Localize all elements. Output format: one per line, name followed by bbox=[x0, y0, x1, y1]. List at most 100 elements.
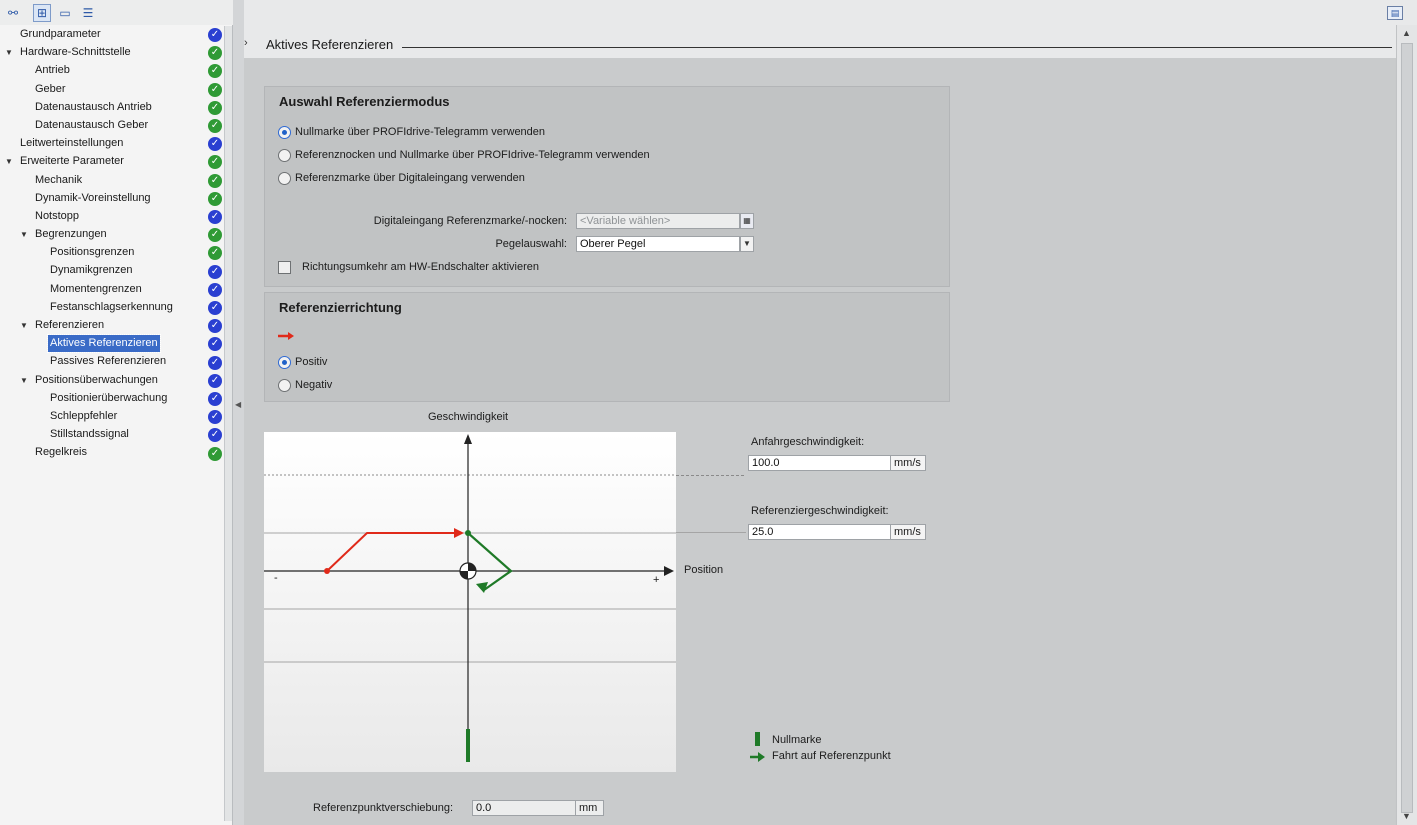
tree-item-label[interactable]: Schleppfehler bbox=[48, 408, 119, 425]
tree-item[interactable]: Notstopp bbox=[0, 208, 206, 226]
reverse-direction-checkbox[interactable] bbox=[278, 261, 291, 274]
tree-item-label[interactable]: Leitwerteinstellungen bbox=[18, 135, 125, 152]
radio-button[interactable] bbox=[278, 378, 291, 392]
tree-item-label[interactable]: Aktives Referenzieren bbox=[47, 334, 161, 354]
tree-item[interactable]: ▼ Positionsüberwachungen bbox=[0, 372, 206, 390]
expand-triangle-icon[interactable]: ▼ bbox=[20, 317, 30, 335]
tree-item-label[interactable]: Hardware-Schnittstelle bbox=[18, 44, 133, 61]
tree-item[interactable]: Positionierüberwachung bbox=[0, 390, 206, 408]
tree-item-label[interactable]: Grundparameter bbox=[18, 26, 103, 43]
status-info-icon: ✓ bbox=[208, 210, 222, 224]
check-ok-icon: ✓ bbox=[208, 246, 222, 261]
window-layout-icon[interactable]: ▤ bbox=[1387, 6, 1403, 20]
tree-item[interactable]: Grundparameter bbox=[0, 26, 206, 44]
navigation-scrollbar[interactable] bbox=[224, 26, 232, 821]
diagram-canvas bbox=[264, 434, 676, 762]
tree-item[interactable]: Aktives Referenzieren bbox=[0, 334, 206, 354]
tree-item[interactable]: Passives Referenzieren bbox=[0, 353, 206, 371]
pane-splitter[interactable]: ◀ bbox=[233, 0, 244, 825]
direction-option-positive[interactable]: Positiv bbox=[278, 354, 327, 370]
digital-input-field[interactable]: <Variable wählen> bbox=[576, 213, 740, 229]
tree-item-label[interactable]: Positionsgrenzen bbox=[48, 244, 136, 261]
x-axis-arrow bbox=[664, 566, 674, 576]
radio-button[interactable] bbox=[278, 355, 291, 369]
expand-triangle-icon[interactable]: ▼ bbox=[5, 153, 15, 171]
splitter-grip-icon[interactable]: ◀ bbox=[235, 400, 241, 409]
variable-browse-icon[interactable]: ▦ bbox=[740, 213, 754, 229]
status-info-icon: ✓ bbox=[208, 282, 222, 297]
reverse-direction-label: Richtungsumkehr am HW-Endschalter aktivi… bbox=[302, 261, 539, 273]
content-scrollbar[interactable]: ▲ ▼ bbox=[1396, 25, 1417, 825]
scroll-down-icon[interactable]: ▼ bbox=[1402, 811, 1411, 821]
tree-item-label[interactable]: Dynamik-Voreinstellung bbox=[33, 190, 153, 207]
tree-item-label[interactable]: Datenaustausch Antrieb bbox=[33, 99, 154, 116]
tree-item[interactable]: Schleppfehler bbox=[0, 408, 206, 426]
tree-item[interactable]: ▼ Erweiterte Parameter bbox=[0, 153, 206, 171]
tree-item[interactable]: Datenaustausch Antrieb bbox=[0, 99, 206, 117]
plus-sign: + bbox=[653, 574, 660, 586]
start-point bbox=[324, 568, 330, 574]
tree-item[interactable]: Positionsgrenzen bbox=[0, 244, 206, 262]
mode-option-referenznocken[interactable]: Referenznocken und Nullmarke über PROFId… bbox=[278, 147, 650, 163]
tree-item[interactable]: Leitwerteinstellungen bbox=[0, 135, 206, 153]
folder-icon[interactable]: ▭ bbox=[56, 4, 74, 22]
tree-item-label[interactable]: Antrieb bbox=[33, 62, 72, 79]
tree-item[interactable]: ▼ Hardware-Schnittstelle bbox=[0, 44, 206, 62]
direction-option-negative[interactable]: Negativ bbox=[278, 377, 332, 393]
tree-item[interactable]: Mechanik bbox=[0, 172, 206, 190]
tree-item-label[interactable]: Stillstandssignal bbox=[48, 426, 131, 443]
tree-item-label[interactable]: Referenzieren bbox=[33, 317, 106, 334]
expand-triangle-icon[interactable]: ▼ bbox=[5, 44, 15, 62]
mode-option-nullmarke[interactable]: Nullmarke über PROFIdrive-Telegramm verw… bbox=[278, 124, 545, 140]
tree-item[interactable]: Stillstandssignal bbox=[0, 426, 206, 444]
tree-item-label[interactable]: Datenaustausch Geber bbox=[33, 117, 150, 134]
tree-item-label[interactable]: Notstopp bbox=[33, 208, 81, 225]
tree-item-label[interactable]: Positionierüberwachung bbox=[48, 390, 169, 407]
level-selection-dropdown[interactable]: Oberer Pegel bbox=[576, 236, 740, 252]
approach-speed-input[interactable]: 100.0 bbox=[748, 455, 891, 471]
tree-item-label[interactable]: Passives Referenzieren bbox=[48, 353, 168, 370]
expand-triangle-icon[interactable]: ▼ bbox=[20, 226, 30, 244]
tree-item-label[interactable]: Dynamikgrenzen bbox=[48, 262, 135, 279]
tree-item-label[interactable]: Mechanik bbox=[33, 172, 84, 189]
tree-item-label[interactable]: Erweiterte Parameter bbox=[18, 153, 126, 170]
list-icon[interactable]: ☰ bbox=[79, 4, 97, 22]
tree-item[interactable]: Festanschlagserkennung bbox=[0, 299, 206, 317]
reference-speed-input[interactable]: 25.0 bbox=[748, 524, 891, 540]
scroll-up-icon[interactable]: ▲ bbox=[1402, 28, 1411, 38]
tree-item[interactable]: Regelkreis bbox=[0, 444, 206, 462]
tree-item-label[interactable]: Begrenzungen bbox=[33, 226, 109, 243]
radio-button[interactable] bbox=[278, 125, 291, 139]
collapse-chevron-icon[interactable]: › bbox=[244, 37, 248, 49]
tree-item[interactable]: Antrieb bbox=[0, 62, 206, 80]
radio-button[interactable] bbox=[278, 148, 291, 162]
digital-input-label: Digitaleingang Referenzmarke/-nocken: bbox=[373, 215, 567, 227]
mode-option-digitaleingang[interactable]: Referenzmarke über Digitaleingang verwen… bbox=[278, 170, 525, 186]
tree-item[interactable]: Geber bbox=[0, 81, 206, 99]
tree-item[interactable]: Dynamikgrenzen bbox=[0, 262, 206, 280]
tree-item-label[interactable]: Geber bbox=[33, 81, 68, 98]
device-view-icon[interactable]: ⚯ bbox=[4, 4, 22, 22]
tree-item[interactable]: ▼ Referenzieren bbox=[0, 317, 206, 335]
tree-item-label[interactable]: Regelkreis bbox=[33, 444, 89, 461]
approach-path bbox=[326, 532, 460, 572]
radio-label: Nullmarke über PROFIdrive-Telegramm verw… bbox=[295, 126, 546, 138]
expand-triangle-icon[interactable]: ▼ bbox=[20, 372, 30, 390]
navigation-toolbar: ⚯ ⊞ ▭ ☰ bbox=[0, 0, 233, 25]
tree-item-label[interactable]: Momentengrenzen bbox=[48, 281, 144, 298]
tree-item[interactable]: Momentengrenzen bbox=[0, 281, 206, 299]
tree-item[interactable]: Datenaustausch Geber bbox=[0, 117, 206, 135]
tree-item[interactable]: ▼ Begrenzungen bbox=[0, 226, 206, 244]
dropdown-arrow-icon[interactable]: ▼ bbox=[740, 236, 754, 252]
parameter-tree: Grundparameter ▼ Hardware-Schnittstelle Ant… bbox=[0, 26, 206, 463]
check-ok-icon: ✓ bbox=[208, 155, 222, 170]
status-info-icon: ✓ bbox=[208, 410, 222, 425]
tree-item-label[interactable]: Festanschlagserkennung bbox=[48, 299, 175, 316]
tree-item[interactable]: Dynamik-Voreinstellung bbox=[0, 190, 206, 208]
offset-input[interactable]: 0.0 bbox=[472, 800, 576, 816]
mode-selection-group: Auswahl Referenziermodus Nullmarke über … bbox=[264, 86, 950, 287]
tree-item-label[interactable]: Positionsüberwachungen bbox=[33, 372, 160, 389]
parameter-view-icon[interactable]: ⊞ bbox=[33, 4, 51, 22]
radio-button[interactable] bbox=[278, 171, 291, 185]
scrollbar-thumb[interactable] bbox=[1401, 43, 1413, 813]
